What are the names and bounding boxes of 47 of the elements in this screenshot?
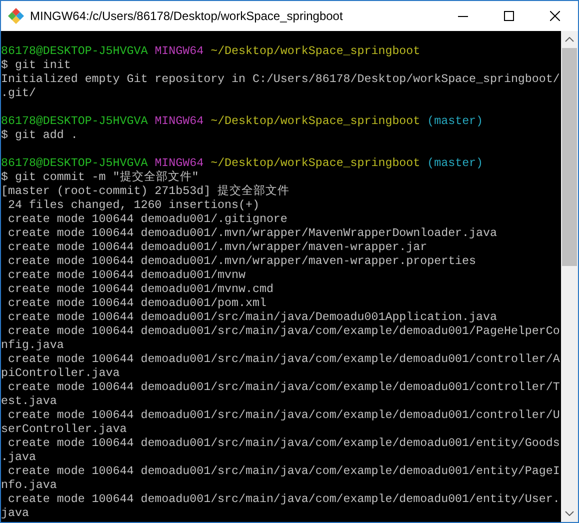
- terminal-line: .java: [1, 451, 36, 464]
- terminal-line: create mode 100644 demoadu001/src/main/java/com/example/demoadu001/entity/Goods: [6, 437, 560, 450]
- terminal-line: nfig.java: [1, 339, 64, 352]
- scrollbar-thumb[interactable]: [562, 48, 577, 266]
- prompt-text: MINGW64: [154, 157, 204, 170]
- terminal-line: create mode 100644 demoadu001/src/main/java/com/example/demoadu001/controller/A: [6, 353, 560, 366]
- terminal-line: create mode 100644 demoadu001/.gitignore: [6, 213, 288, 226]
- maximize-icon: [504, 11, 514, 21]
- prompt-text: MINGW64: [154, 45, 204, 59]
- terminal-line: .git/: [1, 87, 36, 100]
- terminal-line: create mode 100644 demoadu001/.mvn/wrapper/MavenWrapperDownloader.java: [6, 227, 497, 240]
- prompt-text: MINGW64: [154, 115, 204, 129]
- app-icon: [8, 8, 24, 24]
- chevron-down-icon: [565, 511, 574, 516]
- chevron-up-icon: [565, 37, 574, 42]
- terminal-line: nfo.java: [1, 479, 57, 492]
- prompt-text: (master): [427, 115, 484, 129]
- prompt-text: 86178@DESKTOP-J5HVGVA: [1, 45, 148, 59]
- prompt-text: (master): [427, 157, 484, 171]
- prompt-text: 86178@DESKTOP-J5HVGVA: [1, 115, 148, 129]
- terminal-line: $ git init: [1, 59, 71, 72]
- terminal-line: 24 files changed, 1260 insertions(+): [6, 199, 260, 212]
- terminal-line: piController.java: [1, 367, 120, 380]
- window-title: MINGW64:/c/Users/86178/Desktop/workSpace_springboot: [30, 9, 344, 23]
- terminal-line: create mode 100644 demoadu001/src/main/java/com/example/demoadu001/controller/U: [6, 409, 560, 422]
- terminal-line: Initialized empty Git repository in C:/Users/86178/Desktop/workSpace_springboot/: [1, 73, 560, 86]
- terminal-line: create mode 100644 demoadu001/.mvn/wrapper/maven-wrapper.jar: [6, 241, 428, 254]
- terminal-line: create mode 100644 demoadu001/src/main/java/com/example/demoadu001/entity/User.: [6, 493, 560, 506]
- terminal-line: create mode 100644 demoadu001/src/main/java/com/example/demoadu001/entity/PageI: [6, 465, 560, 478]
- terminal-line: create mode 100644 demoadu001/src/main/java/com/example/demoadu001/controller/T: [6, 381, 560, 394]
- terminal-line: est.java: [1, 395, 57, 408]
- terminal-line: create mode 100644 demoadu001/mvnw.cmd: [6, 283, 274, 296]
- terminal-line: java: [1, 507, 29, 520]
- prompt-text: ~/Desktop/workSpace_springboot: [210, 115, 420, 129]
- terminal-line: create mode 100644 demoadu001/src/main/java/Demoadu001Application.java: [6, 311, 497, 324]
- terminal-line: create mode 100644 demoadu001/.mvn/wrapper/maven-wrapper.properties: [6, 255, 476, 268]
- terminal-line: $ git add .: [1, 129, 78, 142]
- terminal-line: [master (root-commit) 271b53d] 提交全部文件: [1, 185, 290, 198]
- terminal-line: serController.java: [1, 423, 127, 436]
- prompt-text: ~/Desktop/workSpace_springboot: [210, 45, 420, 59]
- prompt-text: ~/Desktop/workSpace_springboot: [210, 157, 420, 171]
- terminal-line: create mode 100644 demoadu001/pom.xml: [6, 297, 266, 310]
- close-icon: [550, 11, 560, 21]
- prompt-text: 86178@DESKTOP-J5HVGVA: [1, 157, 148, 170]
- terminal-line: create mode 100644 demoadu001/src/main/java/com/example/demoadu001/PageHelperCo: [6, 325, 560, 338]
- terminal-line: $ git commit -m "提交全部文件": [1, 171, 199, 184]
- terminal-line: create mode 100644 demoadu001/mvnw: [6, 269, 246, 282]
